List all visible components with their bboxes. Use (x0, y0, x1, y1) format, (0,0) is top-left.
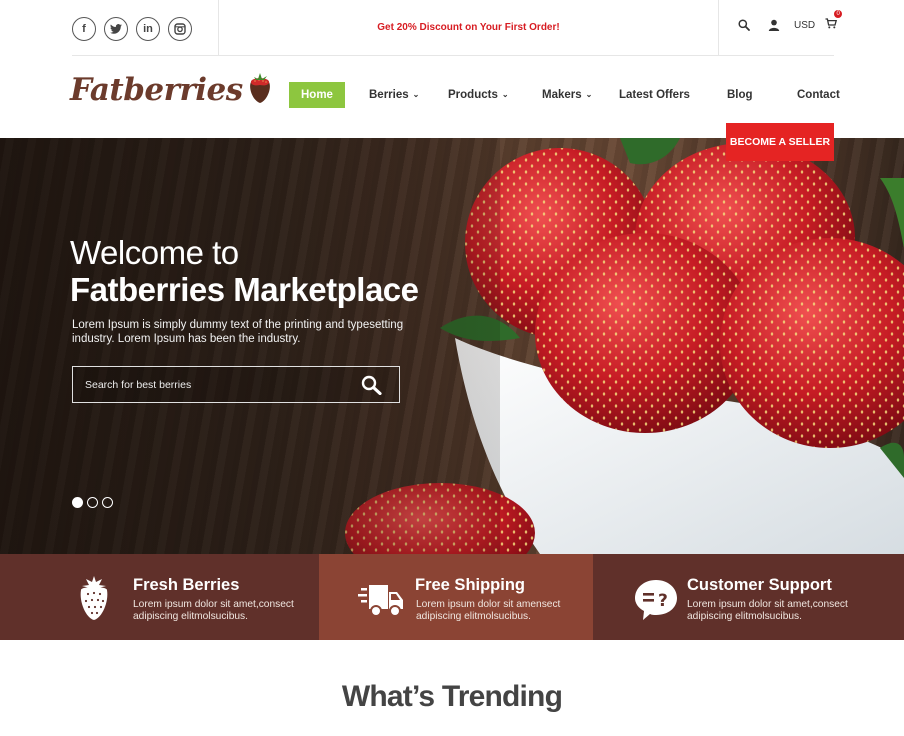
nav-item-blog[interactable]: Blog (727, 82, 753, 108)
strawberry-icon (80, 576, 108, 620)
nav-item-label: Makers (542, 89, 582, 101)
nav-item-label: Contact (797, 89, 840, 101)
nav-item-label: Home (301, 89, 333, 101)
facebook-icon[interactable]: f (72, 17, 96, 41)
social-links: f in (72, 17, 192, 41)
twitter-bird-icon (110, 24, 122, 34)
brand-name: Fatberries (70, 72, 243, 108)
chocolate-strawberry-icon (249, 73, 270, 103)
feature-description: Lorem ipsum dolor sit amet,consect adipi… (133, 599, 294, 622)
cart-button[interactable]: 0 (825, 10, 843, 34)
chat-question-icon: ? (635, 580, 677, 620)
nav-item-home[interactable]: Home (289, 82, 345, 108)
slider-dot[interactable] (102, 497, 113, 508)
top-bar: f in Get 20% Discount on Your First Orde… (0, 0, 904, 56)
instagram-glyph-icon (174, 23, 186, 35)
top-divider-right (718, 0, 719, 55)
top-bar-divider (72, 55, 834, 56)
nav-item-makers[interactable]: Makers ⌄ (542, 82, 592, 108)
features-strip: Fresh Berries Lorem ipsum dolor sit amet… (0, 554, 904, 640)
feature-title: Fresh Berries (133, 576, 240, 594)
cart-count-badge: 0 (834, 10, 843, 18)
become-seller-button[interactable]: BECOME A SELLER (726, 123, 834, 161)
feature-fresh-berries: Fresh Berries Lorem ipsum dolor sit amet… (0, 554, 319, 640)
promo-banner: Get 20% Discount on Your First Order! (377, 22, 560, 33)
nav-item-label: Berries (369, 89, 409, 101)
instagram-icon[interactable] (168, 17, 192, 41)
hero-title-line2: Fatberries Marketplace (70, 271, 419, 308)
hero-search (72, 366, 400, 403)
feature-description: Lorem ipsum dolor sit amet,consect adipi… (687, 599, 848, 622)
slider-dot[interactable] (72, 497, 83, 508)
chevron-down-icon: ⌄ (585, 90, 593, 99)
hero-banner: Welcome to Fatberries Marketplace Lorem … (0, 138, 904, 554)
slider-dots (72, 497, 113, 508)
hero-overlay (0, 138, 500, 554)
search-icon[interactable] (738, 19, 750, 31)
currency-selector[interactable]: USD (794, 20, 815, 31)
nav-item-latest-offers[interactable]: Latest Offers (619, 82, 690, 108)
nav-item-products[interactable]: Products ⌄ (448, 82, 509, 108)
feature-title: Free Shipping (415, 576, 526, 594)
nav-item-label: Blog (727, 89, 753, 101)
nav-item-label: Products (448, 89, 498, 101)
header-tools: USD 0 (738, 10, 843, 34)
nav-item-label: Latest Offers (619, 89, 690, 101)
hero-description: Lorem Ipsum is simply dummy text of the … (72, 319, 404, 345)
search-input[interactable] (73, 367, 353, 402)
twitter-icon[interactable] (104, 17, 128, 41)
hero-title-line1: Welcome to (70, 234, 239, 271)
search-icon[interactable] (361, 375, 383, 395)
feature-description: Lorem ipsum dolor sit amensect adipiscin… (416, 599, 561, 622)
brand-logo[interactable]: Fatberries (70, 72, 275, 108)
linkedin-icon[interactable]: in (136, 17, 160, 41)
feature-customer-support: ? Customer Support Lorem ipsum dolor sit… (593, 554, 904, 640)
feature-free-shipping: Free Shipping Lorem ipsum dolor sit amen… (319, 554, 593, 640)
cart-icon (825, 18, 838, 29)
section-title-trending: What’s Trending (341, 680, 563, 713)
nav-item-berries[interactable]: Berries ⌄ (369, 82, 419, 108)
feature-title: Customer Support (687, 576, 832, 594)
slider-dot[interactable] (87, 497, 98, 508)
user-icon[interactable] (768, 19, 780, 31)
delivery-truck-icon (358, 585, 403, 617)
nav-item-contact[interactable]: Contact (797, 82, 840, 108)
svg-text:?: ? (658, 591, 668, 611)
chevron-down-icon: ⌄ (501, 90, 509, 99)
chevron-down-icon: ⌄ (412, 90, 420, 99)
